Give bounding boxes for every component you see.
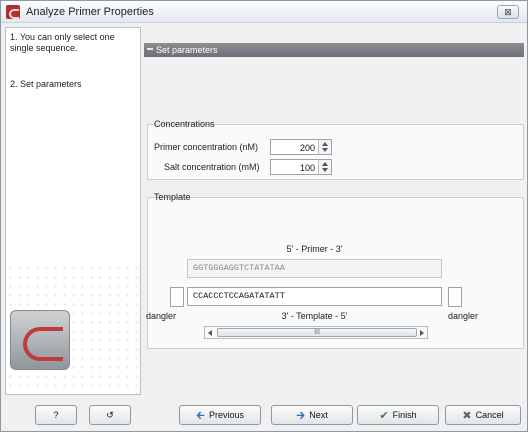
primer-concentration-label: Primer concentration (nM) bbox=[154, 142, 259, 152]
scroll-left-icon[interactable] bbox=[208, 330, 212, 336]
salt-concentration-label: Salt concentration (mM) bbox=[164, 162, 260, 172]
scroll-right-icon[interactable] bbox=[420, 330, 424, 336]
arrow-right-icon: 🡲 bbox=[296, 410, 306, 422]
spin-down-icon[interactable] bbox=[322, 168, 328, 172]
collapse-icon bbox=[147, 48, 153, 50]
template-group: Template 5' - Primer - 3' GGTGGGAGGTCTAT… bbox=[146, 192, 524, 349]
main-panel: Set parameters Concentrations Primer con… bbox=[144, 27, 524, 395]
section-title: Set parameters bbox=[156, 45, 218, 55]
close-button[interactable]: ⊠ bbox=[497, 5, 519, 19]
window-title: Analyze Primer Properties bbox=[26, 6, 154, 18]
concentrations-title: Concentrations bbox=[154, 119, 215, 129]
spin-down-icon[interactable] bbox=[322, 148, 328, 152]
next-button[interactable]: 🡲 Next bbox=[271, 405, 353, 425]
spinner-buttons[interactable] bbox=[318, 160, 331, 174]
step-1-label: 1. You can only select one single sequen… bbox=[10, 32, 115, 53]
right-dangler-label: dangler bbox=[448, 311, 479, 321]
button-bar: ? ↺ 🡰 Previous 🡲 Next ✔ Finish ✖ Cancel bbox=[1, 397, 527, 431]
template-sequence-field[interactable]: CCACCCTCCAGATATATT bbox=[187, 287, 442, 306]
right-dangler-field[interactable] bbox=[448, 287, 462, 307]
logo-pattern bbox=[6, 264, 140, 394]
primer-direction-label: 5' - Primer - 3' bbox=[286, 244, 343, 254]
left-dangler-label: dangler bbox=[146, 311, 177, 321]
salt-concentration-spinner[interactable]: 100 bbox=[270, 159, 332, 175]
template-direction-label: 3' - Template - 5' bbox=[281, 311, 348, 321]
spin-up-icon[interactable] bbox=[322, 142, 328, 146]
salt-concentration-value[interactable]: 100 bbox=[300, 163, 315, 173]
brand-logo-icon bbox=[10, 310, 70, 370]
scroll-thumb[interactable]: III bbox=[217, 328, 417, 337]
previous-label: Previous bbox=[208, 410, 244, 420]
dialog-window: Analyze Primer Properties ⊠ 1. You can o… bbox=[0, 0, 528, 432]
primer-concentration-spinner[interactable]: 200 bbox=[270, 139, 332, 155]
wizard-steps-panel: 1. You can only select one single sequen… bbox=[5, 27, 141, 395]
next-label: Next bbox=[309, 410, 328, 420]
step-2-label: 2. Set parameters bbox=[10, 79, 82, 89]
spinner-buttons[interactable] bbox=[318, 140, 331, 154]
template-title: Template bbox=[154, 192, 191, 202]
arrow-left-icon: 🡰 bbox=[196, 410, 205, 422]
help-button[interactable]: ? bbox=[35, 405, 77, 425]
left-dangler-field[interactable] bbox=[170, 287, 184, 307]
x-icon: ✖ bbox=[462, 410, 472, 422]
horizontal-scrollbar[interactable]: III bbox=[204, 326, 428, 339]
reset-button[interactable]: ↺ bbox=[89, 405, 131, 425]
concentrations-group: Concentrations Primer concentration (nM)… bbox=[147, 119, 524, 180]
cancel-button[interactable]: ✖ Cancel bbox=[445, 405, 521, 425]
finish-button[interactable]: ✔ Finish bbox=[357, 405, 439, 425]
spin-up-icon[interactable] bbox=[322, 162, 328, 166]
previous-button[interactable]: 🡰 Previous bbox=[179, 405, 261, 425]
app-logo-icon bbox=[6, 5, 20, 19]
primer-concentration-value[interactable]: 200 bbox=[300, 143, 315, 153]
title-bar: Analyze Primer Properties ⊠ bbox=[1, 1, 527, 23]
section-header: Set parameters bbox=[144, 43, 524, 57]
cancel-label: Cancel bbox=[475, 410, 504, 420]
checkmark-icon: ✔ bbox=[379, 410, 389, 422]
finish-label: Finish bbox=[392, 410, 417, 420]
primer-sequence-field: GGTGGGAGGTCTATATAA bbox=[187, 259, 442, 278]
